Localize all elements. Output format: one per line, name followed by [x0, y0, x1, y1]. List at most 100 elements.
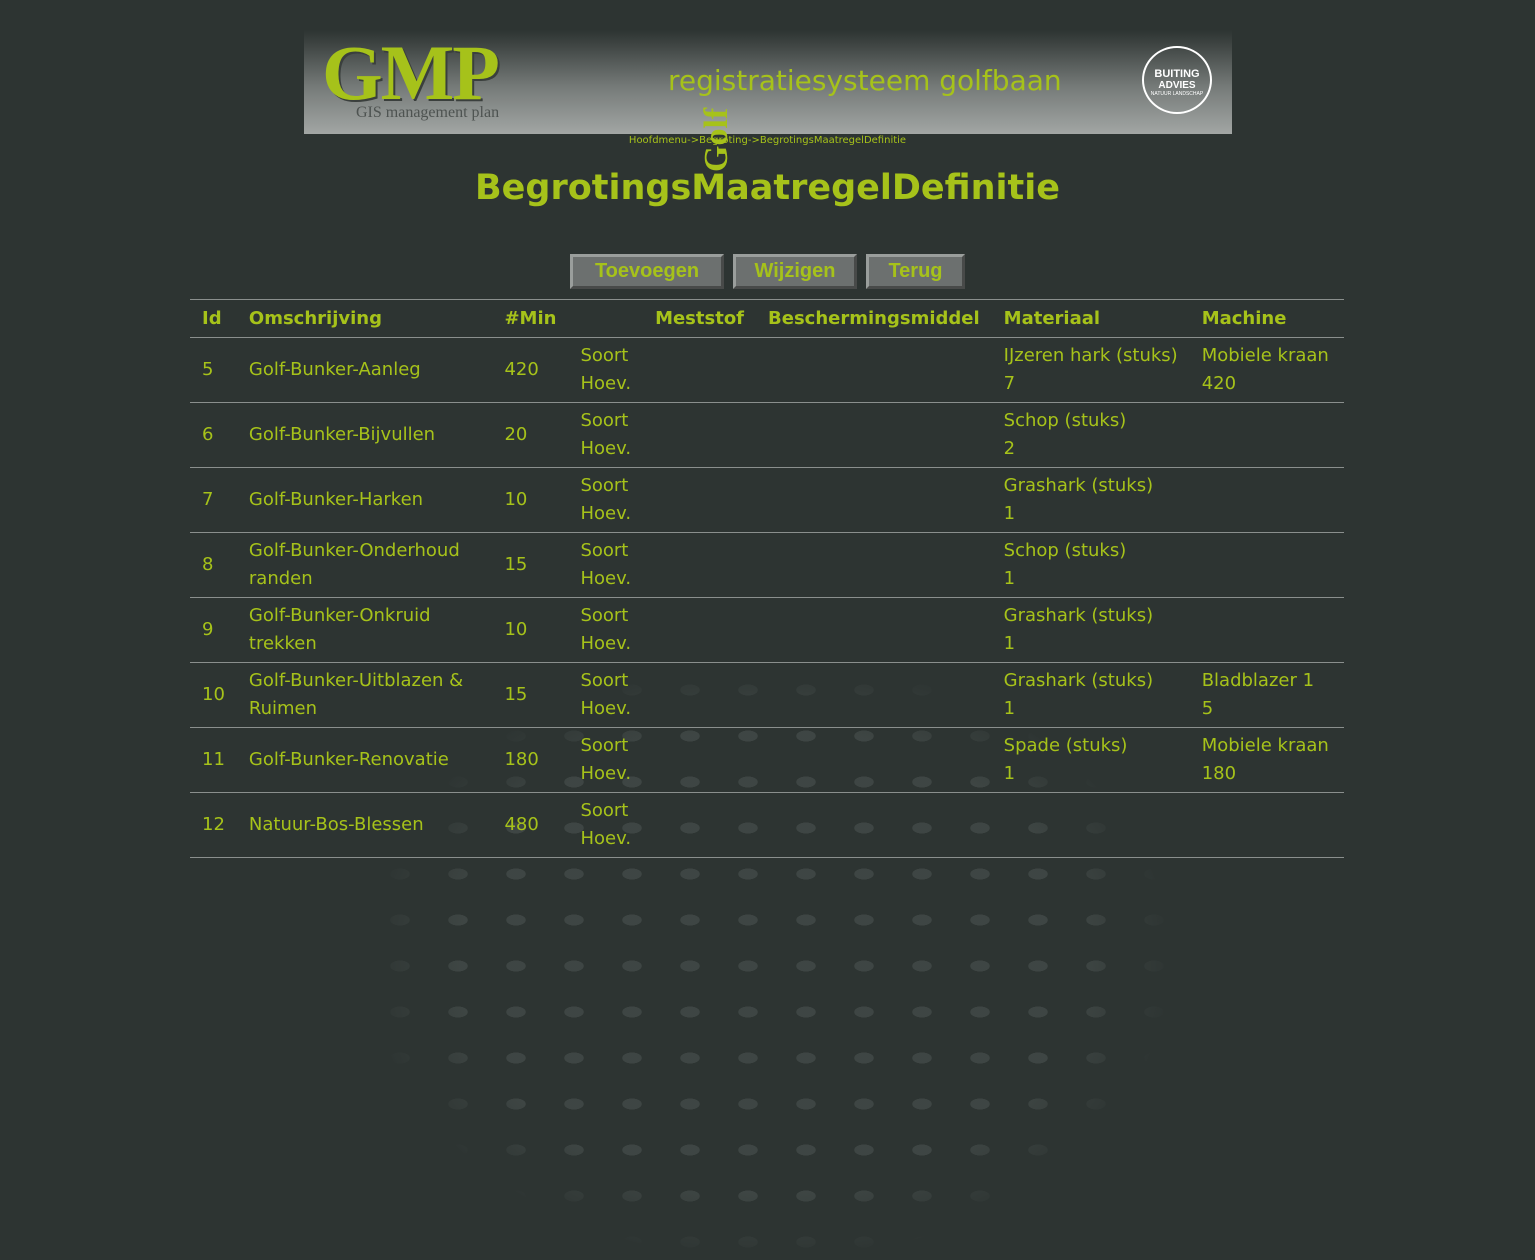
cell-materiaal: Grashark (stuks) 1	[991, 597, 1190, 663]
cell-soort-hoev: Soort Hoev.	[568, 532, 644, 598]
column-header-machine[interactable]: Machine	[1189, 299, 1344, 338]
machine-qty: 180	[1201, 763, 1237, 784]
materiaal-qty: 1	[1003, 503, 1016, 524]
materiaal-name: Grashark (stuks)	[1003, 670, 1154, 691]
header-banner: GMP Golf GIS management plan registratie…	[304, 30, 1232, 172]
add-button[interactable]: Toevoegen	[570, 254, 724, 289]
cell-machine	[1189, 792, 1344, 858]
cell-omschrijving: Golf-Bunker-Renovatie	[236, 727, 493, 793]
omschrijving-value: Golf-Bunker-Renovatie	[248, 749, 449, 770]
cell-omschrijving: Natuur-Bos-Blessen	[236, 792, 493, 858]
materiaal-qty: 1	[1003, 698, 1016, 719]
omschrijving-value: Golf-Bunker-Harken	[248, 489, 424, 510]
hoev-label: Hoev.	[580, 633, 632, 654]
cell-soort-hoev: Soort Hoev.	[568, 792, 644, 858]
omschrijving-value: Golf-Bunker-Aanleg	[248, 359, 421, 380]
partner-logo-line3: NATUUR LANDSCHAP	[1150, 91, 1204, 97]
breadcrumb-begroting[interactable]: Begroting->	[699, 135, 760, 146]
hoev-label: Hoev.	[580, 698, 632, 719]
breadcrumb: Hoofdmenu->Begroting->BegrotingsMaatrege…	[0, 135, 1535, 146]
cell-machine	[1189, 597, 1344, 663]
materiaal-qty: 1	[1003, 633, 1016, 654]
back-button[interactable]: Terug	[866, 254, 965, 289]
cell-soort-hoev: Soort Hoev.	[568, 467, 644, 533]
edit-button[interactable]: Wijzigen	[733, 254, 857, 289]
id-value: 12	[202, 814, 225, 835]
cell-beschermingsmiddel	[756, 467, 992, 533]
cell-beschermingsmiddel	[756, 597, 992, 663]
cell-meststof	[643, 727, 757, 793]
materiaal-qty: 7	[1003, 373, 1016, 394]
omschrijving-value: Natuur-Bos-Blessen	[248, 814, 424, 835]
cell-beschermingsmiddel	[756, 532, 992, 598]
machine-name: Mobiele kraan	[1201, 735, 1329, 756]
hoev-label: Hoev.	[580, 828, 632, 849]
cell-omschrijving: Golf-Bunker-Bijvullen	[236, 402, 493, 468]
cell-omschrijving: Golf-Bunker-Onkruid trekken	[236, 597, 493, 663]
cell-materiaal: Schop (stuks) 2	[991, 402, 1190, 468]
cell-machine: Bladblazer 1 5	[1189, 662, 1344, 728]
column-header-materiaal[interactable]: Materiaal	[991, 299, 1190, 338]
soort-label: Soort	[580, 670, 629, 691]
cell-soort-hoev: Soort Hoev.	[568, 597, 644, 663]
cell-min: 480	[492, 792, 569, 858]
cell-min: 180	[492, 727, 569, 793]
cell-min: 10	[492, 467, 569, 533]
cell-omschrijving: Golf-Bunker-Uitblazen & Ruimen	[236, 662, 493, 728]
hoev-label: Hoev.	[580, 373, 632, 394]
table-row[interactable]: 12 Natuur-Bos-Blessen 480 Soort Hoev.	[190, 792, 1344, 858]
cell-beschermingsmiddel	[756, 727, 992, 793]
materiaal-name: Grashark (stuks)	[1003, 475, 1154, 496]
page-title: BegrotingsMaatregelDefinitie	[474, 168, 1060, 208]
breadcrumb-current: BegrotingsMaatregelDefinitie	[759, 135, 907, 146]
cell-min: 420	[492, 337, 569, 403]
cell-materiaal	[991, 792, 1190, 858]
cell-omschrijving: Golf-Bunker-Onderhoud randen	[236, 532, 493, 598]
column-header-meststof[interactable]: Meststof	[643, 299, 757, 338]
table-row[interactable]: 6 Golf-Bunker-Bijvullen 20 Soort Hoev. Schop …	[190, 402, 1344, 468]
partner-logo-line2: ADVIES	[1158, 80, 1196, 91]
min-value: 15	[504, 554, 528, 575]
logo-subtitle: GIS management plan	[356, 104, 500, 121]
min-value: 10	[504, 619, 528, 640]
column-header-beschermingsmiddel[interactable]: Beschermingsmiddel	[756, 299, 992, 338]
breadcrumb-hoofdmenu[interactable]: Hoofdmenu->	[629, 135, 699, 146]
cell-id: 8	[190, 532, 237, 598]
table-row[interactable]: 11 Golf-Bunker-Renovatie 180 Soort Hoev. Spad…	[190, 727, 1344, 793]
table-row[interactable]: 5 Golf-Bunker-Aanleg 420 Soort Hoev. IJzeren …	[190, 337, 1344, 403]
cell-materiaal: IJzeren hark (stuks) 7	[991, 337, 1190, 403]
id-value: 6	[202, 424, 214, 445]
machine-qty: 5	[1201, 698, 1214, 719]
table-row[interactable]: 8 Golf-Bunker-Onderhoud randen 15 Soort Hoev…	[190, 532, 1344, 598]
machine-qty: 420	[1201, 373, 1237, 394]
partner-logo-line1: BUITING	[1154, 68, 1200, 80]
min-value: 420	[504, 359, 539, 380]
cell-meststof	[643, 337, 757, 403]
id-value: 10	[202, 684, 225, 705]
min-value: 180	[504, 749, 539, 770]
table-header-row: Id Omschrijving #Min Meststof Beschermin…	[190, 299, 1344, 338]
cell-id: 10	[190, 662, 237, 728]
id-value: 8	[202, 554, 214, 575]
gmp-logo[interactable]: GMP	[322, 34, 500, 112]
cell-beschermingsmiddel	[756, 402, 992, 468]
soort-label: Soort	[580, 540, 629, 561]
materiaal-qty: 2	[1003, 438, 1016, 459]
column-header-id[interactable]: Id	[190, 299, 237, 338]
column-header-min[interactable]: #Min	[492, 299, 569, 338]
column-header-omschrijving[interactable]: Omschrijving	[236, 299, 493, 338]
materiaal-qty: 1	[1003, 568, 1016, 589]
table-row[interactable]: 7 Golf-Bunker-Harken 10 Soort Hoev. Grashark …	[190, 467, 1344, 533]
cell-min: 10	[492, 597, 569, 663]
column-header-soort	[568, 299, 644, 338]
table-row[interactable]: 10 Golf-Bunker-Uitblazen & Ruimen 1 5 Soort H…	[190, 662, 1344, 728]
cell-id: 11	[190, 727, 237, 793]
cell-meststof	[643, 467, 757, 533]
cell-machine: Mobiele kraan 180	[1189, 727, 1344, 793]
cell-min: 15	[492, 532, 569, 598]
cell-materiaal: Schop (stuks) 1	[991, 532, 1190, 598]
cell-meststof	[643, 532, 757, 598]
table-row[interactable]: 9 Golf-Bunker-Onkruid trekken 10 Soort Hoev.…	[190, 597, 1344, 663]
materiaal-name: Spade (stuks)	[1003, 735, 1128, 756]
materiaal-name: Schop (stuks)	[1003, 540, 1127, 561]
